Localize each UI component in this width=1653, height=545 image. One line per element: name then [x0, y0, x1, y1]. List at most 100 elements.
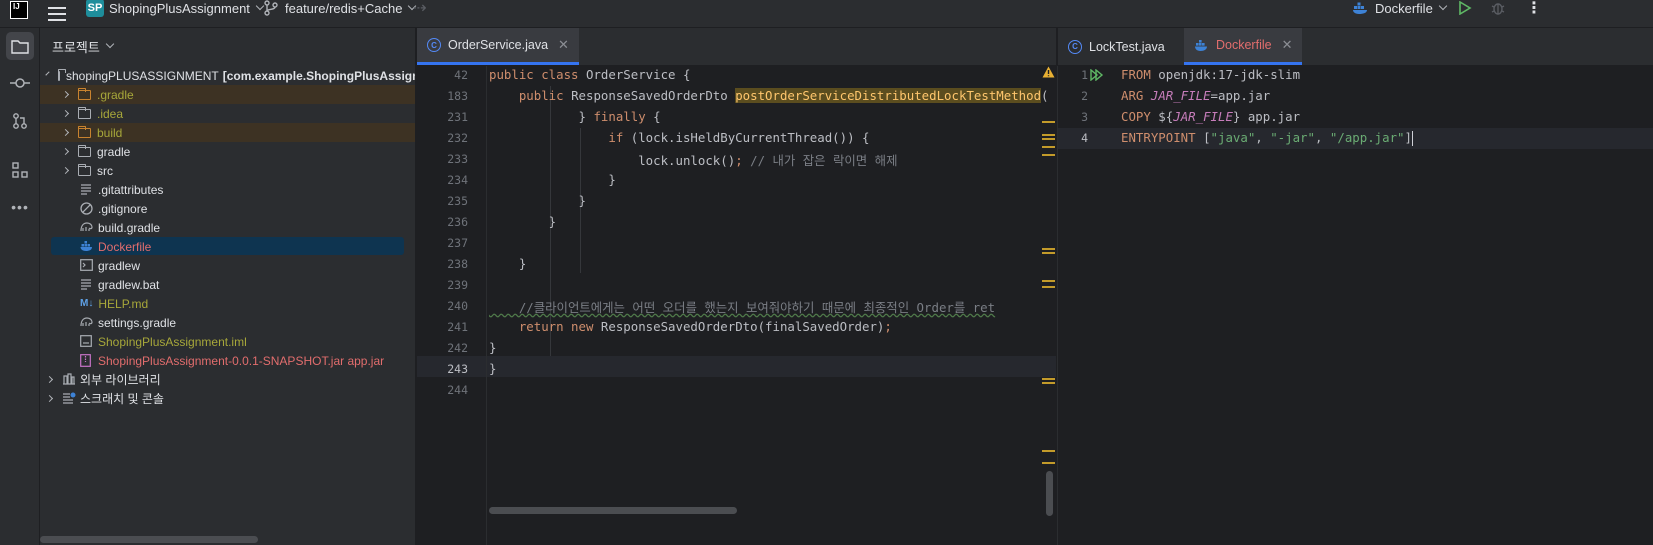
folder-icon: [11, 39, 29, 54]
tree-item-help-md[interactable]: M↓ HELP.md: [40, 294, 415, 313]
expand-arrow-icon[interactable]: [61, 166, 70, 175]
tree-item-label: settings.gradle: [98, 315, 177, 330]
project-view-selector[interactable]: 프로젝트: [52, 36, 115, 56]
tree-item-label: gradle: [97, 144, 131, 159]
main-menu-icon[interactable]: [48, 7, 66, 21]
java-class-icon: C: [427, 38, 441, 52]
tree-item-gitignore[interactable]: .gitignore: [40, 199, 415, 218]
warning-marker[interactable]: [1042, 154, 1055, 156]
tree-item-gradlew-bat[interactable]: gradlew.bat: [40, 275, 415, 294]
tree-root[interactable]: shopingPLUSASSIGNMENT [com.example.Shopi…: [40, 66, 415, 85]
close-icon[interactable]: ✕: [1282, 37, 1293, 53]
expand-arrow-icon[interactable]: [61, 147, 70, 156]
left-code-editor[interactable]: 42 183 231 232 233 234 235 236 237 238 2…: [417, 66, 1056, 545]
tree-scratches[interactable]: 스크래치 및 콘솔: [40, 389, 415, 408]
git-branch-icon: [264, 0, 278, 16]
current-line-highlight: [417, 356, 1056, 377]
warning-marker[interactable]: [1042, 450, 1055, 452]
line-number: 42: [454, 68, 468, 82]
tree-item-idea[interactable]: .idea: [40, 104, 415, 123]
more-tools-icon[interactable]: •••: [6, 193, 34, 221]
expand-arrow-icon[interactable]: [45, 71, 50, 76]
commit-icon: [10, 78, 30, 88]
project-name: ShopingPlusAssignment: [109, 0, 250, 16]
warning-marker[interactable]: [1042, 382, 1055, 384]
tree-item-jar[interactable]: ShopingPlusAssignment-0.0.1-SNAPSHOT.jar…: [40, 351, 415, 370]
chevron-down-icon: [1438, 1, 1448, 11]
commit-tool-button[interactable]: [6, 69, 34, 97]
tree-item-label: gradlew: [98, 258, 141, 273]
tree-item-src[interactable]: src: [40, 161, 415, 180]
project-badge[interactable]: SP: [86, 0, 104, 17]
horizontal-scrollbar[interactable]: [489, 507, 737, 514]
code-line: }: [489, 256, 527, 271]
markdown-icon: M↓: [80, 298, 94, 309]
expand-arrow-icon[interactable]: [61, 90, 70, 99]
expand-arrow-icon[interactable]: [61, 128, 70, 137]
close-icon[interactable]: ✕: [558, 37, 569, 53]
right-code-editor[interactable]: 1 2 3 4 FROM openjdk:17-jdk-slim ARG JAR…: [1057, 66, 1653, 545]
tree-item-gradlew[interactable]: gradlew: [40, 256, 415, 275]
expand-arrow-icon[interactable]: [45, 375, 54, 384]
line-number: 2: [1081, 89, 1088, 103]
line-number: 236: [447, 215, 468, 229]
tab-dockerfile[interactable]: Dockerfile ✕: [1184, 28, 1303, 65]
tree-item-gitattributes[interactable]: .gitattributes: [40, 180, 415, 199]
line-number: 243: [447, 362, 468, 376]
code-line: return new ResponseSavedOrderDto(finalSa…: [518, 319, 892, 334]
run-config-selector[interactable]: Dockerfile: [1352, 0, 1448, 22]
tree-item-iml[interactable]: ShopingPlusAssignment.iml: [40, 332, 415, 351]
warning-marker[interactable]: [1042, 280, 1055, 282]
expand-arrow-icon[interactable]: [45, 394, 54, 403]
warning-icon[interactable]: [1042, 66, 1055, 78]
tree-item-label: src: [97, 163, 113, 178]
structure-tool-button[interactable]: [6, 156, 34, 184]
tree-item-dockerfile[interactable]: Dockerfile: [40, 237, 415, 256]
warning-marker[interactable]: [1042, 252, 1055, 254]
warning-marker[interactable]: [1042, 378, 1055, 380]
text-cursor: [1411, 131, 1413, 146]
root-module: [com.example.ShopingPlusAssignment]: [222, 68, 415, 83]
pull-requests-tool-button[interactable]: [6, 107, 34, 135]
branch-selector[interactable]: feature/redis+Cache: [264, 0, 417, 22]
project-tool-button[interactable]: [6, 32, 34, 60]
debug-icon[interactable]: [1490, 0, 1506, 22]
vertical-scrollbar[interactable]: [1046, 471, 1053, 516]
warning-marker[interactable]: [1042, 134, 1055, 136]
tab-order-service[interactable]: C OrderService.java ✕: [417, 28, 579, 65]
ignore-file-icon: [80, 202, 93, 215]
run-icon[interactable]: [1458, 0, 1472, 22]
intellij-logo-icon[interactable]: IJ: [10, 1, 28, 19]
tree-item-label: 스크래치 및 콘솔: [80, 392, 164, 406]
tab-lock-test[interactable]: C LockTest.java: [1058, 28, 1175, 65]
expand-arrow-icon[interactable]: [61, 109, 70, 118]
line-number: 242: [447, 341, 468, 355]
tree-item-settings-gradle[interactable]: settings.gradle: [40, 313, 415, 332]
line-number: 240: [447, 299, 468, 313]
code-line: public ResponseSavedOrderDto postOrderSe…: [489, 88, 1049, 103]
warning-marker[interactable]: [1042, 121, 1055, 123]
warning-marker[interactable]: [1042, 138, 1055, 140]
warning-marker[interactable]: [1042, 462, 1055, 464]
run-gutter-icon[interactable]: [1090, 69, 1106, 81]
vcs-arrow-icon[interactable]: ⇢: [413, 0, 426, 22]
tree-item-label: .idea: [97, 106, 124, 121]
folder-icon: [77, 144, 91, 157]
right-editor-tabbar: C LockTest.java Dockerfile ✕: [1057, 28, 1653, 66]
project-selector[interactable]: ShopingPlusAssignment: [109, 0, 265, 22]
more-options-icon[interactable]: ⋮: [1526, 0, 1542, 22]
run-config-name: Dockerfile: [1375, 0, 1433, 16]
warning-marker[interactable]: [1042, 286, 1055, 288]
text-file-icon: [80, 278, 92, 291]
folder-icon: [77, 106, 91, 119]
tree-item-gradle-dir[interactable]: .gradle: [40, 85, 415, 104]
horizontal-scrollbar[interactable]: [40, 536, 258, 543]
tree-item-build-gradle[interactable]: build.gradle: [40, 218, 415, 237]
warning-marker[interactable]: [1042, 248, 1055, 250]
tree-item-build[interactable]: build: [40, 123, 415, 142]
tree-item-gradle[interactable]: gradle: [40, 142, 415, 161]
warning-marker[interactable]: [1042, 146, 1055, 148]
tree-external-libraries[interactable]: 외부 라이브러리: [40, 370, 415, 389]
root-label: shopingPLUSASSIGNMENT: [66, 68, 219, 83]
code-line: if (lock.isHeldByCurrentThread()) {: [608, 130, 870, 145]
